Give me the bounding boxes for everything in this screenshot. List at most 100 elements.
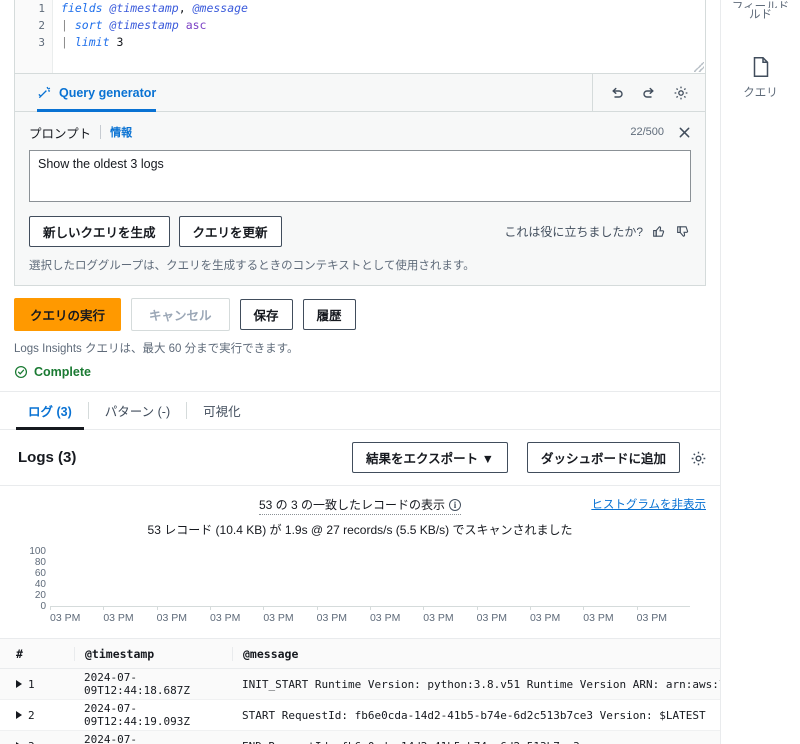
tab-query-generator[interactable]: Query generator bbox=[37, 74, 157, 112]
column-header-hash: # bbox=[16, 646, 23, 661]
save-button[interactable]: 保存 bbox=[239, 299, 293, 330]
row-number: 3 bbox=[28, 740, 84, 744]
column-header-message: @message bbox=[232, 646, 720, 661]
sidebar-fields-label-visible: ルド bbox=[749, 9, 772, 21]
export-results-button[interactable]: 結果をエクスポート ▼ bbox=[351, 442, 508, 473]
history-button[interactable]: 履歴 bbox=[302, 299, 356, 330]
editor-code[interactable]: fields @timestamp, @message | sort @time… bbox=[61, 0, 705, 51]
check-circle-icon bbox=[14, 365, 28, 379]
code-line-3: | limit 3 bbox=[61, 35, 124, 49]
code-line-2: | sort @timestamp asc bbox=[61, 18, 207, 32]
run-query-button[interactable]: クエリの実行 bbox=[14, 298, 122, 331]
feedback-group: これは役に立ちましたか? bbox=[504, 223, 691, 240]
row-message: INIT_START Runtime Version: python:3.8.v… bbox=[242, 677, 720, 691]
sidebar-item-queries[interactable]: クエリ bbox=[743, 56, 778, 100]
row-timestamp: 2024-07-09T12:44:19.363Z bbox=[84, 733, 137, 744]
expand-caret-icon[interactable] bbox=[0, 740, 28, 744]
logs-panel-header: Logs (3) 結果をエクスポート ▼ ダッシュボードに追加 bbox=[0, 430, 720, 486]
line-number: 2 bbox=[38, 19, 45, 32]
x-tick: 03 PM bbox=[156, 612, 188, 624]
logs-header-actions: 結果をエクスポート ▼ ダッシュボードに追加 bbox=[351, 442, 706, 473]
query-actions: クエリの実行 キャンセル 保存 履歴 bbox=[0, 286, 720, 331]
table-row[interactable]: 2 2024-07-09T12:44:19.093Z START Request… bbox=[0, 700, 720, 731]
export-results-label: 結果をエクスポート bbox=[365, 452, 479, 466]
query-generator-label: Query generator bbox=[59, 85, 157, 100]
results-tabs: ログ (3) パターン (-) 可視化 bbox=[0, 392, 720, 430]
x-tick: 03 PM bbox=[529, 612, 561, 624]
thumbs-down-icon[interactable] bbox=[676, 224, 691, 239]
y-tick: 40 bbox=[34, 579, 46, 590]
row-timestamp: 2024-07-09T12:44:19.093Z bbox=[84, 702, 190, 728]
prompt-input[interactable] bbox=[29, 150, 691, 202]
expand-caret-icon[interactable] bbox=[0, 709, 28, 722]
row-message: END RequestId: fb6e0cda-14d2-41b5-b74e-6… bbox=[242, 740, 720, 744]
scan-summary: 53 レコード (10.4 KB) が 1.9s @ 27 records/s … bbox=[147, 523, 573, 537]
tab-logs-label: ログ (3) bbox=[28, 405, 72, 419]
hide-histogram-link[interactable]: ヒストグラムを非表示 bbox=[591, 496, 706, 512]
add-to-dashboard-button[interactable]: ダッシュボードに追加 bbox=[526, 442, 680, 473]
magic-wand-icon bbox=[37, 85, 52, 100]
chart-y-axis: 100 80 60 40 20 0 bbox=[16, 546, 46, 612]
chevron-down-icon: ▼ bbox=[481, 452, 494, 466]
editor-resize-handle[interactable] bbox=[694, 62, 704, 72]
main-column: 1 2 3 fields @timestamp, @message | sort… bbox=[0, 0, 720, 744]
x-tick: 03 PM bbox=[423, 612, 454, 624]
prompt-char-counter: 22/500 bbox=[630, 126, 664, 138]
y-tick: 100 bbox=[29, 546, 46, 557]
info-icon[interactable]: i bbox=[449, 498, 462, 511]
right-sidebar: フィールド ルド クエリ bbox=[720, 0, 800, 744]
x-tick: 03 PM bbox=[476, 612, 507, 624]
y-tick: 20 bbox=[34, 590, 46, 601]
expand-caret-icon[interactable] bbox=[0, 678, 28, 691]
thumbs-up-icon[interactable] bbox=[652, 224, 667, 239]
x-tick: 03 PM bbox=[50, 612, 81, 624]
redo-icon[interactable] bbox=[641, 85, 657, 101]
x-tick: 03 PM bbox=[583, 612, 614, 624]
undo-icon[interactable] bbox=[609, 85, 625, 101]
tab-visualization-label: 可視化 bbox=[203, 405, 241, 419]
query-generator-bar: Query generator bbox=[14, 73, 706, 112]
line-number: 3 bbox=[38, 36, 45, 49]
tab-logs[interactable]: ログ (3) bbox=[12, 392, 88, 430]
query-editor[interactable]: 1 2 3 fields @timestamp, @message | sort… bbox=[14, 0, 706, 74]
x-tick: 03 PM bbox=[316, 612, 347, 624]
matched-records-text: 53 の 3 の一致したレコードの表示 bbox=[258, 498, 446, 512]
chart-x-axis-labels: 03 PM 03 PM 03 PM 03 PM 03 PM 03 PM 03 P… bbox=[50, 612, 690, 624]
y-tick: 0 bbox=[40, 601, 46, 612]
results-stats: 53 の 3 の一致したレコードの表示 i 53 レコード (10.4 KB) … bbox=[0, 486, 720, 538]
query-generator-icons bbox=[592, 73, 695, 112]
prompt-panel: プロンプト 情報 22/500 新しいクエリを生成 クエリを更新 これは役に立ち… bbox=[14, 112, 706, 286]
generate-new-query-button[interactable]: 新しいクエリを生成 bbox=[29, 216, 170, 247]
x-tick: 03 PM bbox=[369, 612, 401, 624]
y-tick: 60 bbox=[34, 568, 46, 579]
prompt-info-link[interactable]: 情報 bbox=[110, 124, 132, 140]
row-number: 1 bbox=[28, 677, 35, 691]
results-histogram: 100 80 60 40 20 0 03 PM 03 PM 03 PM 03 P… bbox=[16, 546, 704, 624]
y-tick: 80 bbox=[34, 557, 46, 568]
table-header-row: # @timestamp @message bbox=[0, 639, 720, 669]
query-limit-note: Logs Insights クエリは、最大 60 分まで実行できます。 bbox=[14, 343, 299, 355]
row-message: START RequestId: fb6e0cda-14d2-41b5-b74e… bbox=[242, 708, 706, 722]
cancel-button: キャンセル bbox=[131, 298, 230, 331]
table-row[interactable]: 1 2024-07-09T12:44:18.687Z INIT_START Ru… bbox=[0, 669, 720, 700]
divider bbox=[100, 125, 102, 139]
row-timestamp: 2024-07-09T12:44:18.687Z bbox=[84, 671, 190, 697]
tab-visualization[interactable]: 可視化 bbox=[187, 392, 257, 429]
line-number: 1 bbox=[38, 2, 45, 15]
tab-patterns[interactable]: パターン (-) bbox=[89, 392, 186, 429]
gear-icon[interactable] bbox=[673, 85, 689, 101]
close-icon[interactable] bbox=[678, 126, 691, 139]
x-tick: 03 PM bbox=[209, 612, 241, 624]
editor-line-numbers: 1 2 3 bbox=[15, 0, 53, 73]
prompt-label: プロンプト bbox=[29, 126, 92, 141]
gear-icon[interactable] bbox=[690, 450, 706, 466]
update-query-button[interactable]: クエリを更新 bbox=[178, 216, 282, 247]
sidebar-item-queries-label: クエリ bbox=[743, 87, 778, 99]
results-table: # @timestamp @message 1 2024-07-09T12:44… bbox=[0, 638, 720, 744]
prompt-hint: 選択したロググループは、クエリを生成するときのコンテキストとして使用されます。 bbox=[29, 260, 475, 272]
sidebar-item-fields[interactable]: フィールド ルド bbox=[721, 0, 800, 32]
x-tick: 03 PM bbox=[263, 612, 294, 624]
logs-title: Logs (3) bbox=[18, 449, 77, 466]
table-row[interactable]: 3 2024-07-09T12:44:19.363Z END RequestId… bbox=[0, 731, 720, 744]
chart-plot-area bbox=[50, 551, 690, 606]
